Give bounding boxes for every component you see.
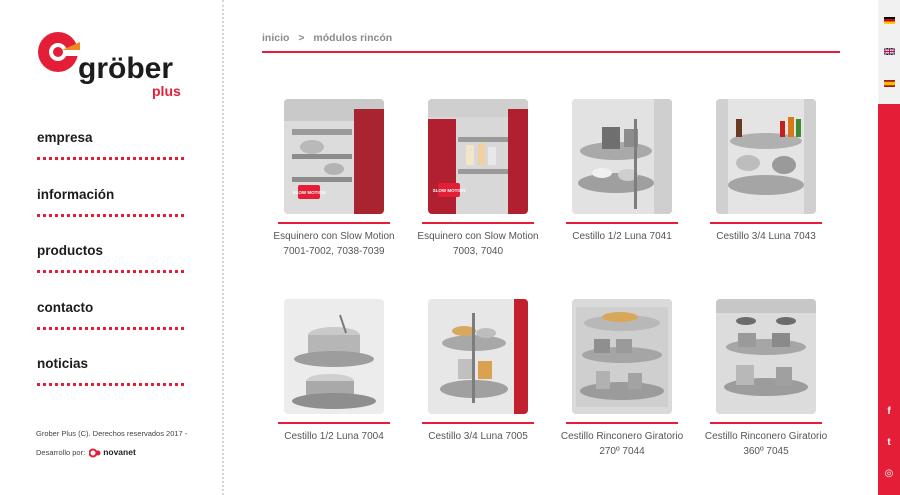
product-title[interactable]: Cestillo 3/4 Luna 7043 bbox=[700, 229, 832, 244]
product-title[interactable]: Cestillo 1/2 Luna 7041 bbox=[556, 229, 688, 244]
german-flag-icon[interactable] bbox=[884, 17, 895, 24]
nav-label: noticias bbox=[37, 356, 89, 371]
spanish-flag-icon[interactable] bbox=[884, 80, 895, 87]
nav-contacto[interactable]: contacto bbox=[37, 296, 184, 353]
nav-divider bbox=[37, 383, 184, 386]
uk-flag-icon[interactable] bbox=[884, 48, 895, 55]
nav-label: contacto bbox=[37, 300, 94, 315]
slow-motion-badge: SLOW MOTION bbox=[293, 190, 326, 195]
sidebar: gröber plus empresa información producto… bbox=[0, 0, 222, 495]
breadcrumb-underline bbox=[262, 51, 840, 53]
logo-sub: plus bbox=[152, 83, 181, 99]
product-underline bbox=[278, 422, 390, 424]
nav-empresa[interactable]: empresa bbox=[37, 126, 184, 183]
product-title[interactable]: Cestillo Rinconero Giratorio 270º 7044 bbox=[556, 429, 688, 459]
novanet-wordmark: novanet bbox=[103, 447, 136, 457]
product-image[interactable] bbox=[284, 299, 384, 414]
instagram-icon[interactable]: ◎ bbox=[882, 468, 896, 482]
three-quarter-moon-basket-image bbox=[716, 99, 816, 214]
slow-motion-badge: SLOW MOTION bbox=[433, 188, 466, 193]
developed-by-label: Desarrollo por: bbox=[36, 448, 86, 457]
footer: Grober Plus (C). Derechos reservados 201… bbox=[36, 424, 196, 462]
copyright-text: Grober Plus (C). Derechos reservados 201… bbox=[36, 429, 188, 438]
three-quarter-moon-basket-image bbox=[428, 299, 528, 414]
product-image[interactable]: SLOW MOTION bbox=[284, 99, 384, 214]
grober-logo[interactable]: gröber plus bbox=[36, 28, 186, 102]
rotating-corner-basket-image bbox=[716, 299, 816, 414]
nav-label: información bbox=[37, 187, 115, 202]
nav-label: empresa bbox=[37, 130, 93, 145]
grober-logo-mark: gröber plus bbox=[38, 32, 181, 99]
developer-credit: Desarrollo por: novanet bbox=[36, 443, 196, 462]
half-moon-basket-image bbox=[284, 299, 384, 414]
product-underline bbox=[710, 422, 822, 424]
product-title[interactable]: Esquinero con Slow Motion 7001-7002, 703… bbox=[268, 229, 400, 259]
product-underline bbox=[422, 222, 534, 224]
product-image[interactable] bbox=[572, 99, 672, 214]
product-title[interactable]: Cestillo 3/4 Luna 7005 bbox=[412, 429, 544, 444]
breadcrumb-current[interactable]: módulos rincón bbox=[313, 32, 392, 44]
nav-label: productos bbox=[37, 243, 103, 258]
product-image[interactable] bbox=[716, 99, 816, 214]
product-title[interactable]: Cestillo 1/2 Luna 7004 bbox=[268, 429, 400, 444]
twitter-icon[interactable]: t bbox=[882, 437, 896, 451]
novanet-logo[interactable]: novanet bbox=[89, 443, 136, 462]
product-title[interactable]: Esquinero con Slow Motion 7003, 7040 bbox=[412, 229, 544, 259]
product-image[interactable] bbox=[572, 299, 672, 414]
product-image[interactable] bbox=[716, 299, 816, 414]
nav-divider bbox=[37, 327, 184, 330]
product-image[interactable] bbox=[428, 299, 528, 414]
product-underline bbox=[710, 222, 822, 224]
half-moon-basket-image bbox=[572, 99, 672, 214]
product-underline bbox=[422, 422, 534, 424]
breadcrumb-separator: > bbox=[298, 32, 305, 44]
product-underline bbox=[566, 222, 678, 224]
product-image[interactable]: SLOW MOTION bbox=[428, 99, 528, 214]
product-underline bbox=[566, 422, 678, 424]
sidebar-divider bbox=[222, 0, 224, 495]
product-title[interactable]: Cestillo Rinconero Giratorio 360º 7045 bbox=[700, 429, 832, 459]
novanet-mark-icon bbox=[89, 448, 101, 457]
nav-divider bbox=[37, 270, 184, 273]
logo-wordmark: gröber bbox=[78, 52, 173, 85]
rotating-corner-basket-image bbox=[572, 299, 672, 414]
breadcrumb-home[interactable]: inicio bbox=[262, 32, 289, 44]
breadcrumb: inicio > módulos rincón bbox=[262, 32, 398, 44]
nav-noticias[interactable]: noticias bbox=[37, 352, 184, 409]
nav-productos[interactable]: productos bbox=[37, 239, 184, 296]
facebook-icon[interactable]: f bbox=[882, 406, 896, 420]
nav-divider bbox=[37, 157, 184, 160]
corner-pullout-image: SLOW MOTION bbox=[428, 99, 528, 214]
nav-informacion[interactable]: información bbox=[37, 183, 184, 240]
corner-pullout-image: SLOW MOTION bbox=[284, 99, 384, 214]
product-underline bbox=[278, 222, 390, 224]
nav-divider bbox=[37, 214, 184, 217]
